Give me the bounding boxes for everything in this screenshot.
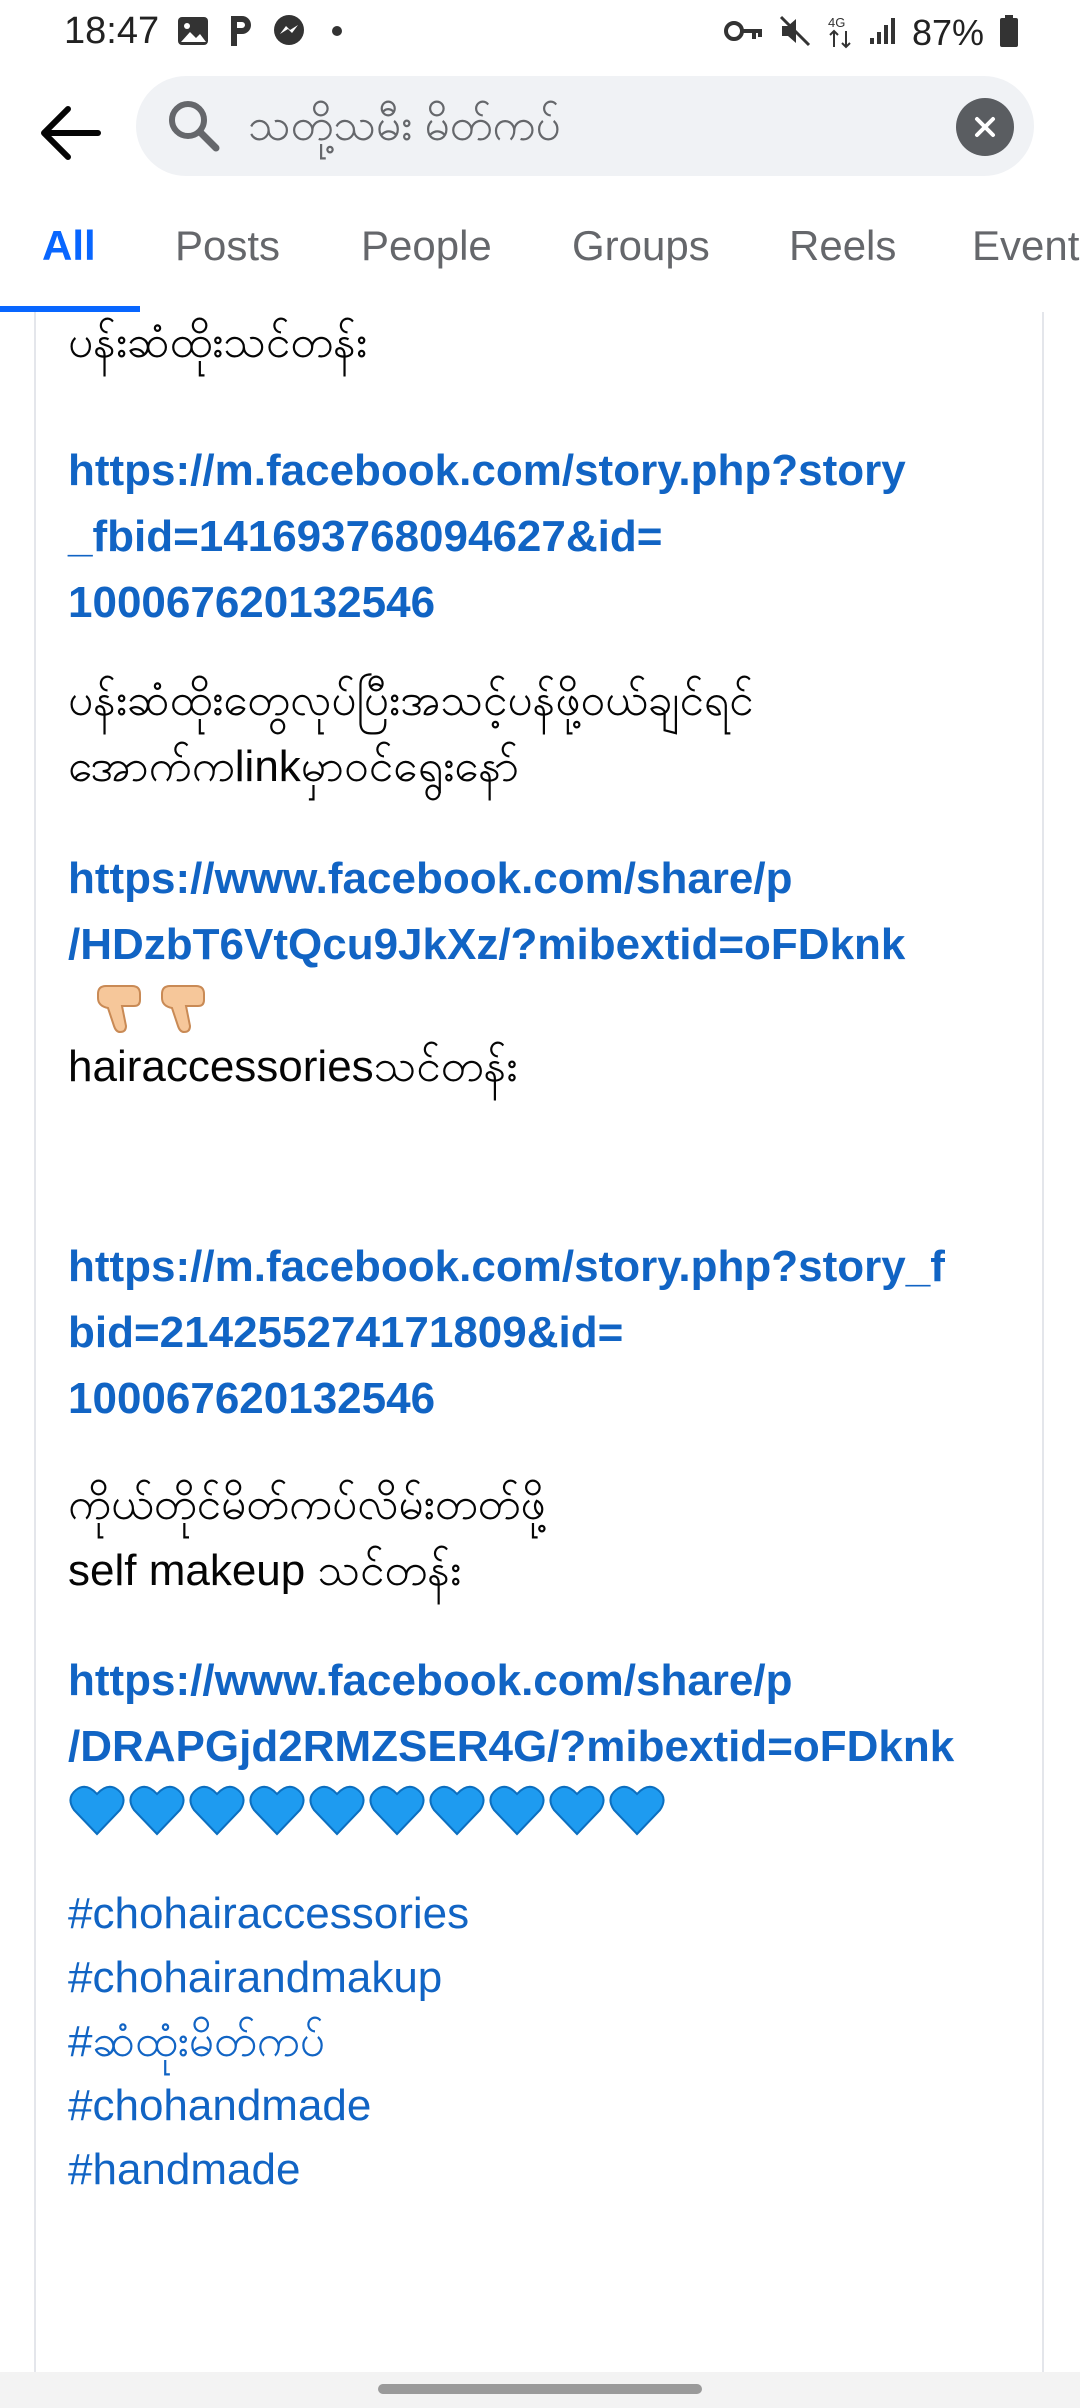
post-link-3-line-1[interactable]: https://m.facebook.com/story.php?story_f — [68, 1234, 1028, 1300]
blue-hearts-emoji — [68, 1782, 1028, 1838]
search-icon — [166, 98, 222, 154]
tab-people[interactable]: People — [361, 222, 492, 270]
filter-tabs: All Posts People Groups Reels Event — [0, 200, 1080, 312]
hashtag[interactable]: #chohandmade — [68, 2074, 1028, 2138]
hashtag[interactable]: #chohairandmakup — [68, 1946, 1028, 2010]
close-icon — [975, 117, 995, 137]
tab-all[interactable]: All — [42, 222, 96, 270]
notification-icons — [176, 14, 354, 48]
tab-events[interactable]: Event — [972, 222, 1079, 270]
hashtag[interactable]: #ဆံထုံးမိတ်ကပ် — [68, 2010, 1028, 2074]
post-link-1-line-1[interactable]: https://m.facebook.com/story.php?story — [68, 438, 1028, 504]
tab-groups[interactable]: Groups — [572, 222, 710, 270]
blue-heart-icon — [69, 1785, 125, 1836]
hashtag[interactable]: #chohairaccessories — [68, 1882, 1028, 1946]
blue-heart-icon — [249, 1785, 305, 1836]
search-header: သတို့သမီး မိတ်ကပ် — [0, 72, 1080, 192]
post-text-line: ကိုယ်တိုင်မိတ်ကပ်လိမ်းတတ်ဖို့ — [68, 1480, 546, 1529]
4g-icon: 4G — [826, 13, 854, 54]
search-query: သတို့သမီး မိတ်ကပ် — [248, 101, 561, 150]
mute-icon — [778, 14, 812, 53]
hashtag[interactable]: #handmade — [68, 2138, 1028, 2202]
post-text-line: self makeup သင်တန်း — [68, 1546, 462, 1595]
status-bar: 18:47 4G 87% — [0, 0, 1080, 72]
clear-search-button[interactable] — [956, 98, 1014, 156]
post-text-line: hairaccessoriesသင်တန်း — [68, 1042, 518, 1091]
blue-heart-icon — [429, 1785, 485, 1836]
search-input[interactable]: သတို့သမီး မိတ်ကပ် — [136, 76, 1034, 176]
post-link-4-line-2[interactable]: /DRAPGjd2RMZSER4G/?mibextid=oFDknk — [68, 1714, 1028, 1780]
post-link-4-line-1[interactable]: https://www.facebook.com/share/p — [68, 1648, 1028, 1714]
p-icon — [224, 14, 258, 48]
pointing-down-icon — [161, 985, 205, 1034]
battery-percent: 87% — [911, 12, 984, 53]
post-link-1-line-3[interactable]: 100067620132546 — [68, 570, 1028, 636]
blue-heart-icon — [369, 1785, 425, 1836]
pointing-down-icon — [97, 985, 141, 1034]
blue-heart-icon — [609, 1785, 665, 1836]
tab-posts[interactable]: Posts — [175, 222, 280, 270]
back-arrow-icon — [41, 106, 101, 160]
post-link-3-line-2[interactable]: bid=214255274171809&id= — [68, 1300, 1028, 1366]
signal-icon — [868, 16, 898, 51]
back-button[interactable] — [30, 98, 110, 168]
post-link-2-line-2[interactable]: /HDzbT6VtQcu9JkXz/?mibextid=oFDknk — [68, 912, 1028, 978]
messenger-icon — [272, 14, 306, 48]
post-link-1-line-2[interactable]: _fbid=141693768094627&id= — [68, 504, 1028, 570]
status-time: 18:47 — [64, 10, 160, 52]
key-icon — [723, 17, 764, 50]
blue-heart-icon — [549, 1785, 605, 1836]
post-text-line: ပန်းဆံထိုးသင်တန်း — [68, 318, 368, 367]
blue-heart-icon — [189, 1785, 245, 1836]
svg-text:4G: 4G — [828, 15, 845, 30]
system-icons: 4G 87% — [723, 12, 1020, 54]
post-text-line: ပန်းဆံထိုးတွေလုပ်ပြီးအသင့်ပန်ဖို့ဝယ်ချင်… — [68, 676, 754, 725]
blue-heart-icon — [129, 1785, 185, 1836]
pointing-hands-emoji — [68, 978, 1028, 1034]
blue-heart-icon — [489, 1785, 545, 1836]
post-link-2-line-1[interactable]: https://www.facebook.com/share/p — [68, 846, 1028, 912]
image-icon — [176, 14, 210, 48]
post-text-line: အောက်ကlinkမှာဝင်ရွေးနော် — [68, 742, 520, 791]
blue-heart-icon — [309, 1785, 365, 1836]
post-body: ပန်းဆံထိုးသင်တန်း https://m.facebook.com… — [68, 310, 1028, 2202]
dot-icon — [320, 14, 354, 48]
gesture-bar — [0, 2372, 1080, 2408]
battery-icon — [998, 14, 1020, 53]
tab-reels[interactable]: Reels — [789, 222, 896, 270]
post-link-3-line-3[interactable]: 100067620132546 — [68, 1366, 1028, 1432]
home-handle[interactable] — [378, 2384, 702, 2394]
